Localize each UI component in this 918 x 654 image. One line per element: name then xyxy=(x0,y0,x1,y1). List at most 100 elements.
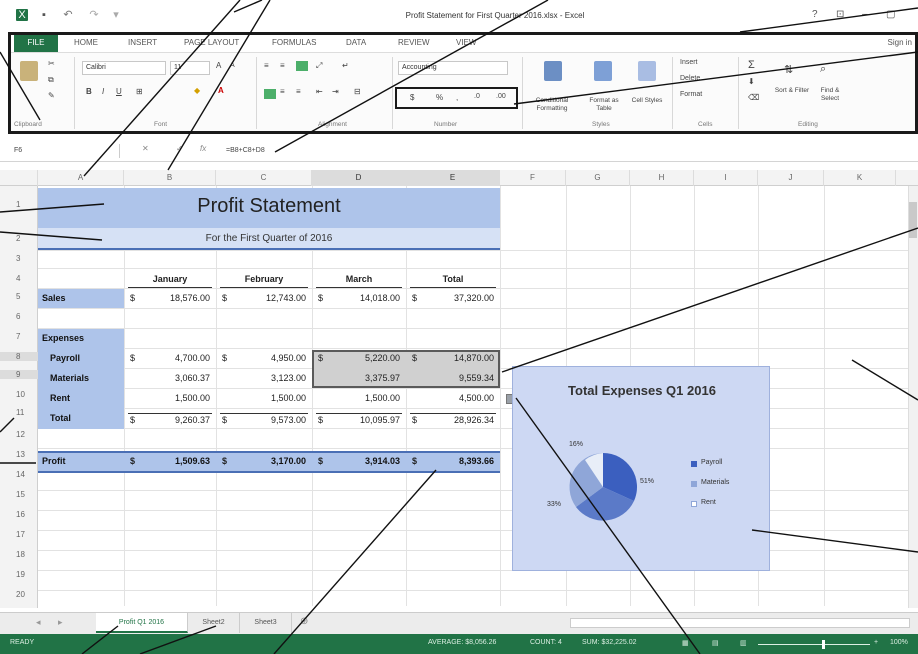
month-header[interactable]: January xyxy=(124,274,216,284)
insert-function-icon[interactable]: fx xyxy=(200,144,206,153)
column-header[interactable]: G xyxy=(566,170,630,186)
select-all-corner[interactable] xyxy=(0,170,38,186)
row-header[interactable]: 17 xyxy=(0,530,38,539)
total-jan-cell[interactable]: 9,260.37 xyxy=(140,415,210,425)
profit-mar-cell[interactable]: 3,914.03 xyxy=(328,456,400,466)
zoom-in-icon[interactable]: + xyxy=(874,639,878,646)
row-header[interactable]: 5 xyxy=(0,292,38,301)
row-header[interactable]: 8 xyxy=(0,352,38,361)
total-expenses-label[interactable]: Total xyxy=(50,413,71,423)
row-header[interactable]: 13 xyxy=(0,450,38,459)
undo-icon[interactable]: ↶ xyxy=(62,9,74,21)
column-header[interactable]: K xyxy=(824,170,896,186)
column-header[interactable]: E xyxy=(406,170,500,186)
zoom-level[interactable]: 100% xyxy=(890,639,908,646)
profit-label[interactable]: Profit xyxy=(42,456,66,466)
expenses-pie-chart[interactable]: Total Expenses Q1 2016 16% 51% 33% Payro… xyxy=(512,366,770,571)
formula-input[interactable]: =B8+C8+D8 xyxy=(226,144,626,158)
column-header[interactable]: B xyxy=(124,170,216,186)
profit-jan-cell[interactable]: 1,509.63 xyxy=(140,456,210,466)
materials-jan-cell[interactable]: 3,060.37 xyxy=(140,373,210,383)
payroll-mar-cell[interactable]: 5,220.00 xyxy=(328,353,400,363)
column-header[interactable]: D xyxy=(312,170,406,186)
row-header[interactable]: 6 xyxy=(0,312,38,321)
page-layout-view-icon[interactable]: ▤ xyxy=(712,639,719,647)
chart-title[interactable]: Total Expenses Q1 2016 xyxy=(513,383,771,398)
help-icon[interactable]: ? xyxy=(812,9,818,20)
row-header[interactable]: 15 xyxy=(0,490,38,499)
row-header[interactable]: 1 xyxy=(0,200,38,209)
sales-total-cell[interactable]: 37,320.00 xyxy=(422,293,494,303)
sheet-subtitle[interactable]: For the First Quarter of 2016 xyxy=(38,233,500,244)
total-total-cell[interactable]: 28,926.34 xyxy=(422,415,494,425)
column-header[interactable]: C xyxy=(216,170,312,186)
new-sheet-icon[interactable]: ⊕ xyxy=(300,616,308,627)
vertical-scroll-thumb[interactable] xyxy=(909,202,917,238)
column-header[interactable]: J xyxy=(758,170,824,186)
row-header[interactable]: 7 xyxy=(0,332,38,341)
row-header[interactable]: 3 xyxy=(0,254,38,263)
profit-total-cell[interactable]: 8,393.66 xyxy=(422,456,494,466)
maximize-icon[interactable]: ▢ xyxy=(886,9,895,20)
minimize-icon[interactable]: – xyxy=(862,9,868,20)
column-header[interactable]: F xyxy=(500,170,566,186)
prev-sheet-icon[interactable]: ◂ xyxy=(36,617,41,628)
zoom-slider-thumb[interactable] xyxy=(822,640,825,649)
row-header[interactable]: 9 xyxy=(0,370,38,379)
save-icon[interactable]: ▪ xyxy=(38,9,50,21)
materials-label[interactable]: Materials xyxy=(50,373,89,383)
rent-mar-cell[interactable]: 1,500.00 xyxy=(328,393,400,403)
materials-feb-cell[interactable]: 3,123.00 xyxy=(232,373,306,383)
payroll-total-cell[interactable]: 14,870.00 xyxy=(422,353,494,363)
row-header[interactable]: 19 xyxy=(0,570,38,579)
row-header[interactable]: 4 xyxy=(0,274,38,283)
rent-label[interactable]: Rent xyxy=(50,393,70,403)
customize-qat-icon[interactable]: ▾ xyxy=(110,9,122,21)
sales-feb-cell[interactable]: 12,743.00 xyxy=(232,293,306,303)
sheet-title[interactable]: Profit Statement xyxy=(38,195,500,218)
materials-total-cell[interactable]: 9,559.34 xyxy=(422,373,494,383)
sheet-tab-active[interactable]: Profit Q1 2016 xyxy=(96,613,188,633)
cancel-entry-icon[interactable]: ✕ xyxy=(142,144,149,153)
month-header[interactable]: February xyxy=(216,274,312,284)
column-header[interactable]: A xyxy=(38,170,124,186)
sales-mar-cell[interactable]: 14,018.00 xyxy=(328,293,400,303)
column-header[interactable]: I xyxy=(694,170,758,186)
month-header[interactable]: Total xyxy=(406,274,500,284)
row-header[interactable]: 14 xyxy=(0,470,38,479)
row-header[interactable]: 20 xyxy=(0,590,38,599)
sheet-tab[interactable]: Sheet2 xyxy=(188,613,240,633)
sheet-tab[interactable]: Sheet3 xyxy=(240,613,292,633)
legend-item[interactable]: Materials xyxy=(701,479,729,486)
redo-icon[interactable]: ↷ xyxy=(88,9,100,21)
total-mar-cell[interactable]: 10,095.97 xyxy=(328,415,400,425)
normal-view-icon[interactable]: ▦ xyxy=(682,639,689,647)
rent-total-cell[interactable]: 4,500.00 xyxy=(422,393,494,403)
row-header[interactable]: 11 xyxy=(0,408,38,417)
row-header[interactable]: 18 xyxy=(0,550,38,559)
next-sheet-icon[interactable]: ▸ xyxy=(58,617,63,628)
rent-feb-cell[interactable]: 1,500.00 xyxy=(232,393,306,403)
horizontal-scrollbar[interactable] xyxy=(570,618,910,628)
vertical-scrollbar[interactable] xyxy=(908,186,918,608)
page-break-view-icon[interactable]: ▥ xyxy=(740,639,747,647)
zoom-slider[interactable] xyxy=(758,644,870,645)
payroll-jan-cell[interactable]: 4,700.00 xyxy=(140,353,210,363)
expenses-label[interactable]: Expenses xyxy=(42,333,84,343)
sales-label[interactable]: Sales xyxy=(42,293,66,303)
rent-jan-cell[interactable]: 1,500.00 xyxy=(140,393,210,403)
materials-mar-cell[interactable]: 3,375.97 xyxy=(328,373,400,383)
total-feb-cell[interactable]: 9,573.00 xyxy=(232,415,306,425)
row-header[interactable]: 12 xyxy=(0,430,38,439)
column-header[interactable]: H xyxy=(630,170,694,186)
row-header[interactable]: 10 xyxy=(0,390,38,399)
month-header[interactable]: March xyxy=(312,274,406,284)
confirm-entry-icon[interactable]: ✓ xyxy=(176,144,183,153)
payroll-feb-cell[interactable]: 4,950.00 xyxy=(232,353,306,363)
row-header[interactable]: 2 xyxy=(0,234,38,243)
sales-jan-cell[interactable]: 18,576.00 xyxy=(140,293,210,303)
profit-feb-cell[interactable]: 3,170.00 xyxy=(232,456,306,466)
legend-item[interactable]: Rent xyxy=(701,499,716,506)
ribbon-display-icon[interactable]: ⊡ xyxy=(836,9,844,20)
row-header[interactable]: 16 xyxy=(0,510,38,519)
